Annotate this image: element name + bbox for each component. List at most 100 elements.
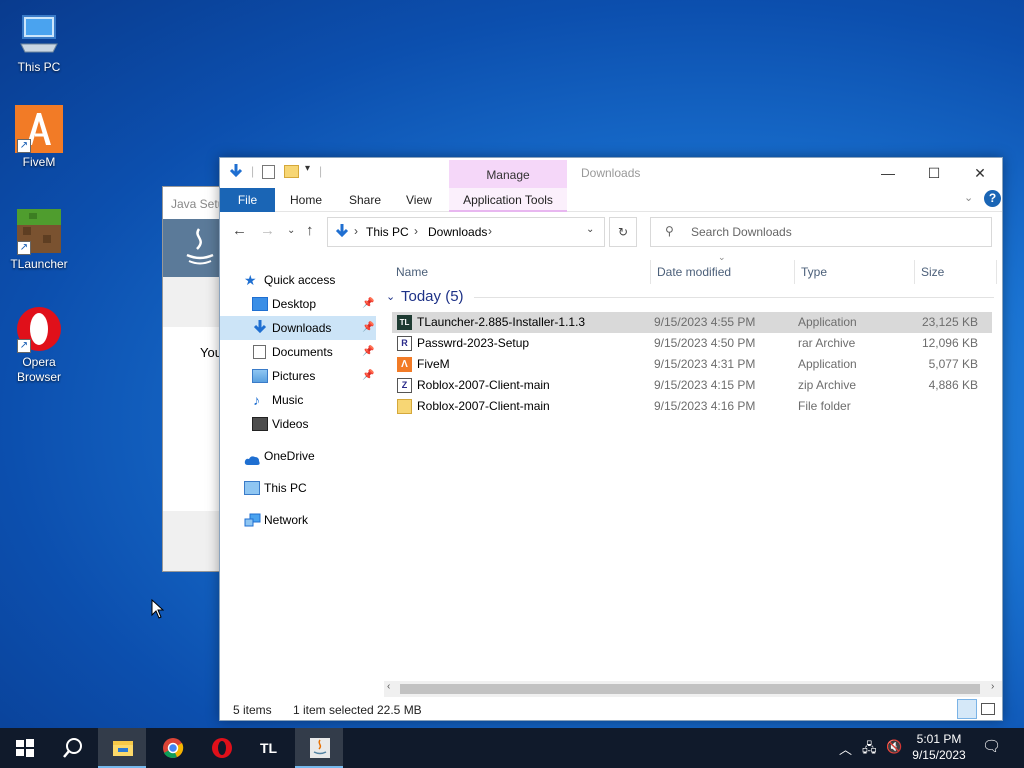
status-selected-size: 22.5 MB bbox=[377, 703, 422, 717]
breadcrumb-this-pc[interactable]: This PC bbox=[366, 225, 409, 239]
scrollbar-thumb[interactable] bbox=[400, 684, 980, 694]
file-row[interactable]: Λ FiveM 9/15/2023 4:31 PM Application 5,… bbox=[392, 354, 992, 375]
computer-icon bbox=[244, 481, 260, 495]
pin-icon[interactable]: 📌 bbox=[362, 292, 374, 316]
start-button[interactable] bbox=[0, 728, 48, 768]
sort-chevron-icon: ⌄ bbox=[718, 252, 726, 262]
details-view-icon[interactable] bbox=[957, 699, 977, 719]
tab-manage[interactable]: Manage bbox=[449, 160, 567, 188]
file-size: 23,125 KB bbox=[921, 315, 978, 329]
pin-icon[interactable]: 📌 bbox=[362, 316, 374, 340]
chrome-icon bbox=[163, 738, 184, 758]
network-icon bbox=[244, 512, 261, 527]
show-hidden-icons-icon[interactable]: ︿ bbox=[839, 739, 852, 758]
expand-ribbon-icon[interactable]: ⌄ bbox=[964, 191, 973, 204]
taskbar-file-explorer[interactable] bbox=[98, 728, 146, 768]
large-icons-view-icon[interactable] bbox=[981, 703, 995, 715]
properties-icon[interactable] bbox=[262, 165, 275, 179]
file-row[interactable]: Roblox-2007-Client-main 9/15/2023 4:16 P… bbox=[392, 396, 992, 417]
nav-item-pictures[interactable]: Pictures 📌 bbox=[220, 364, 376, 388]
notifications-icon[interactable]: 🗨 bbox=[982, 737, 1001, 755]
group-collapse-icon[interactable]: ⌄ bbox=[386, 290, 395, 303]
recent-locations-icon[interactable]: ⌄ bbox=[287, 225, 295, 236]
refresh-icon: ↻ bbox=[617, 225, 629, 239]
file-size: 12,096 KB bbox=[921, 336, 978, 350]
search-input[interactable]: ⚲ Search Downloads bbox=[650, 217, 992, 247]
address-dropdown-icon[interactable]: ⌄ bbox=[586, 224, 594, 235]
column-header-size[interactable]: Size bbox=[915, 260, 997, 284]
nav-label: This PC bbox=[264, 481, 307, 495]
close-button[interactable]: ✕ bbox=[957, 158, 1003, 188]
taskbar: TL ︿ 🖧 🔇 5:01 PM 9/15/2023 🗨 bbox=[0, 728, 1024, 768]
navigation-pane: ★ Quick access Desktop 📌 Downloads 📌 Doc… bbox=[220, 258, 380, 678]
taskbar-java-setup[interactable] bbox=[295, 728, 343, 768]
fivem-icon: ↗ bbox=[15, 105, 63, 153]
java-icon bbox=[310, 738, 330, 758]
nav-label: Music bbox=[272, 393, 304, 407]
file-row[interactable]: R Passwrd-2023-Setup 9/15/2023 4:50 PM r… bbox=[392, 333, 992, 354]
breadcrumb-chevron-icon[interactable]: › bbox=[488, 224, 492, 238]
nav-item-desktop[interactable]: Desktop 📌 bbox=[220, 292, 376, 316]
refresh-button[interactable]: ↻ bbox=[609, 217, 637, 247]
desktop-icon-this-pc[interactable]: This PC bbox=[4, 10, 74, 74]
column-header-name[interactable]: Name bbox=[390, 260, 651, 284]
nav-item-network[interactable]: Network bbox=[220, 508, 376, 532]
desktop-icon-opera[interactable]: ↗ Opera Browser bbox=[4, 305, 74, 385]
breadcrumb-chevron-icon: › bbox=[354, 224, 358, 238]
file-type: rar Archive bbox=[798, 336, 856, 350]
tab-view[interactable]: View bbox=[406, 188, 432, 212]
pin-icon[interactable]: 📌 bbox=[362, 340, 374, 364]
nav-item-onedrive[interactable]: OneDrive bbox=[220, 444, 376, 468]
file-row[interactable]: TL TLauncher-2.885-Installer-1.1.3 9/15/… bbox=[392, 312, 992, 333]
nav-item-downloads[interactable]: Downloads 📌 bbox=[220, 316, 376, 340]
clock-date: 9/15/2023 bbox=[912, 748, 966, 762]
new-folder-icon[interactable] bbox=[284, 165, 299, 178]
clock[interactable]: 5:01 PM 9/15/2023 bbox=[906, 731, 972, 763]
pin-icon[interactable]: 📌 bbox=[362, 364, 374, 388]
nav-item-quick-access[interactable]: ★ Quick access bbox=[220, 268, 376, 292]
nav-item-this-pc[interactable]: This PC bbox=[220, 476, 376, 500]
search-button[interactable] bbox=[48, 728, 96, 768]
scroll-right-icon[interactable]: › bbox=[991, 681, 994, 692]
maximize-button[interactable]: ☐ bbox=[911, 158, 957, 188]
tab-application-tools[interactable]: Application Tools bbox=[449, 188, 567, 212]
nav-item-videos[interactable]: Videos bbox=[220, 412, 376, 436]
tab-file[interactable]: File bbox=[220, 188, 275, 212]
back-arrow-icon[interactable]: ← bbox=[232, 222, 247, 239]
desktop-icon-fivem[interactable]: ↗ FiveM bbox=[4, 105, 74, 169]
separator: | bbox=[319, 164, 323, 178]
file-type: zip Archive bbox=[798, 378, 857, 392]
shortcut-arrow-icon: ↗ bbox=[17, 241, 31, 255]
desktop-icon-tlauncher[interactable]: ↗ TLauncher bbox=[4, 207, 74, 271]
forward-arrow-icon[interactable]: → bbox=[260, 222, 275, 239]
minimize-button[interactable]: — bbox=[865, 158, 911, 188]
address-bar[interactable]: › This PC › Downloads › ⌄ bbox=[327, 217, 605, 247]
breadcrumb-downloads[interactable]: Downloads bbox=[428, 225, 487, 239]
volume-muted-icon[interactable]: 🔇 bbox=[886, 739, 902, 755]
nav-item-documents[interactable]: Documents 📌 bbox=[220, 340, 376, 364]
help-icon[interactable]: ? bbox=[984, 190, 1001, 207]
address-row: ← → ⌄ ↑ › This PC › Downloads › ⌄ ↻ ⚲ Se… bbox=[220, 214, 1002, 248]
group-header-today[interactable]: Today (5) bbox=[401, 288, 464, 305]
nav-item-music[interactable]: ♪ Music bbox=[220, 388, 376, 412]
status-bar: 5 items 1 item selected 22.5 MB bbox=[220, 699, 1002, 721]
column-header-date-modified[interactable]: Date modified bbox=[651, 260, 795, 284]
taskbar-tlauncher[interactable]: TL bbox=[246, 728, 294, 768]
up-arrow-icon[interactable]: ↑ bbox=[306, 222, 314, 239]
horizontal-scrollbar[interactable]: ‹ › bbox=[384, 681, 1002, 697]
taskbar-opera[interactable] bbox=[197, 728, 245, 768]
nav-label: Documents bbox=[272, 345, 333, 359]
quick-access-toolbar-dropdown-icon[interactable]: ▾ bbox=[305, 163, 310, 174]
column-header-type[interactable]: Type bbox=[795, 260, 915, 284]
tab-share[interactable]: Share bbox=[349, 188, 381, 212]
scroll-left-icon[interactable]: ‹ bbox=[387, 681, 390, 692]
file-row[interactable]: Z Roblox-2007-Client-main 9/15/2023 4:15… bbox=[392, 375, 992, 396]
opera-icon: ↗ bbox=[15, 305, 63, 353]
music-icon: ♪ bbox=[253, 392, 260, 408]
tab-home[interactable]: Home bbox=[290, 188, 322, 212]
network-status-icon[interactable]: 🖧 bbox=[862, 739, 877, 761]
title-bar[interactable]: | ▾ | Manage Downloads — ☐ ✕ bbox=[220, 158, 1002, 188]
taskbar-chrome[interactable] bbox=[148, 728, 196, 768]
file-explorer-window[interactable]: | ▾ | Manage Downloads — ☐ ✕ File Home S… bbox=[219, 157, 1003, 721]
fivem-icon: Λ bbox=[397, 357, 412, 372]
